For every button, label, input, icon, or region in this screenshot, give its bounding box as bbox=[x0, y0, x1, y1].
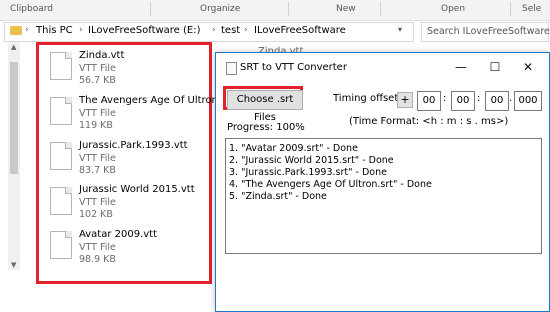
chevron-right-icon[interactable]: › bbox=[79, 25, 83, 35]
ribbon-new[interactable]: New bbox=[336, 4, 356, 14]
ribbon-organize[interactable]: Organize bbox=[200, 4, 240, 14]
offset-milliseconds-input[interactable]: 000 bbox=[514, 91, 542, 111]
ribbon-divider bbox=[380, 2, 381, 16]
scroll-down-icon[interactable]: ▼ bbox=[11, 261, 16, 269]
log-line: 4. "The Avengers Age Of Ultron.srt" - Do… bbox=[229, 179, 432, 190]
breadcrumb-current-folder[interactable]: ILoveFreeSoftware bbox=[254, 25, 346, 36]
file-type: VTT File bbox=[79, 108, 116, 119]
scrollbar-thumb[interactable] bbox=[10, 62, 18, 174]
scroll-up-icon[interactable]: ▲ bbox=[11, 43, 16, 51]
file-name[interactable]: Jurassic.Park.1993.vtt bbox=[79, 140, 188, 151]
timing-offset-label: Timing offset: bbox=[333, 93, 402, 104]
app-icon bbox=[226, 62, 237, 75]
breadcrumb-this-pc[interactable]: This PC bbox=[36, 25, 73, 36]
file-size: 119 KB bbox=[79, 120, 113, 131]
chevron-right-icon[interactable]: › bbox=[25, 25, 29, 35]
folder-icon bbox=[10, 26, 22, 35]
file-size: 102 KB bbox=[79, 209, 113, 220]
close-icon[interactable]: ✕ bbox=[519, 58, 537, 76]
file-size: 98.9 KB bbox=[79, 254, 116, 265]
offset-seconds-input[interactable]: 00 bbox=[485, 91, 509, 111]
log-line: 2. "Jurassic World 2015.srt" - Done bbox=[229, 155, 394, 166]
time-separator: : bbox=[443, 93, 447, 104]
chevron-down-icon[interactable]: ▾ bbox=[398, 25, 402, 34]
file-type: VTT File bbox=[79, 197, 116, 208]
offset-sign-button[interactable]: + bbox=[397, 92, 413, 108]
offset-hours-input[interactable]: 00 bbox=[417, 91, 441, 111]
file-name[interactable]: Zinda.vtt bbox=[79, 50, 124, 61]
vtt-file-icon bbox=[50, 142, 72, 170]
chevron-right-icon[interactable]: › bbox=[212, 25, 216, 35]
maximize-icon[interactable]: ☐ bbox=[486, 58, 504, 76]
progress-label: Progress: 100% bbox=[227, 122, 305, 133]
ribbon-divider bbox=[510, 2, 511, 16]
vtt-file-icon bbox=[50, 97, 72, 125]
search-placeholder: Search ILoveFreeSoftware bbox=[427, 26, 550, 37]
breadcrumb-test[interactable]: test bbox=[221, 25, 240, 36]
ribbon-divider bbox=[288, 2, 289, 16]
ribbon-select[interactable]: Sele bbox=[522, 4, 541, 14]
file-name[interactable]: The Avengers Age Of Ultron.vtt bbox=[79, 95, 235, 106]
ribbon-clipboard[interactable]: Clipboard bbox=[10, 4, 53, 14]
vtt-file-icon bbox=[50, 52, 72, 80]
time-format-hint: (Time Format: <h : m : s . ms>) bbox=[349, 116, 509, 127]
file-type: VTT File bbox=[79, 242, 116, 253]
file-size: 83.7 KB bbox=[79, 165, 116, 176]
time-separator: . bbox=[509, 93, 513, 104]
search-input[interactable]: Search ILoveFreeSoftware bbox=[421, 22, 550, 42]
vtt-file-icon bbox=[50, 231, 72, 259]
breadcrumb-drive[interactable]: ILoveFreeSoftware (E:) bbox=[88, 25, 201, 36]
file-type: VTT File bbox=[79, 153, 116, 164]
minimize-icon[interactable]: — bbox=[452, 58, 470, 76]
time-separator: : bbox=[477, 93, 481, 104]
choose-srt-files-button[interactable]: Choose .srt Files bbox=[227, 90, 303, 123]
file-name[interactable]: Jurassic World 2015.vtt bbox=[79, 184, 195, 195]
file-size: 56.7 KB bbox=[79, 75, 116, 86]
log-line: 1. "Avatar 2009.srt" - Done bbox=[229, 143, 358, 154]
ribbon-group-labels: Clipboard Organize New Open Sele bbox=[0, 0, 550, 21]
file-type: VTT File bbox=[79, 63, 116, 74]
file-name[interactable]: Avatar 2009.vtt bbox=[79, 229, 157, 240]
ribbon-open[interactable]: Open bbox=[441, 4, 465, 14]
vtt-file-icon bbox=[50, 187, 72, 215]
offset-minutes-input[interactable]: 00 bbox=[451, 91, 475, 111]
ribbon-divider bbox=[150, 2, 151, 16]
log-line: 3. "Jurassic.Park.1993.srt" - Done bbox=[229, 167, 387, 178]
chevron-right-icon[interactable]: › bbox=[244, 25, 248, 35]
window-title: SRT to VTT Converter bbox=[240, 62, 347, 73]
log-line: 5. "Zinda.srt" - Done bbox=[229, 191, 327, 202]
